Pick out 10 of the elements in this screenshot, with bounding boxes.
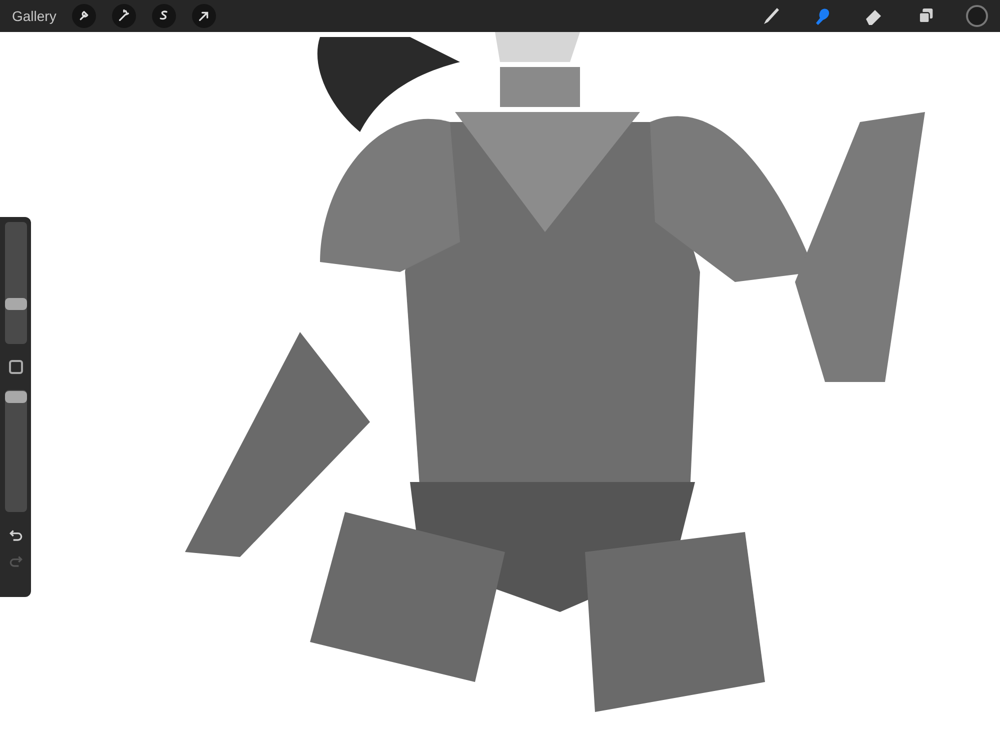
slider-thumb[interactable] bbox=[4, 298, 26, 310]
s-curve-icon[interactable] bbox=[152, 4, 176, 28]
opacity-slider[interactable] bbox=[4, 390, 26, 512]
brush-size-slider[interactable] bbox=[4, 222, 26, 344]
magic-wand-icon[interactable] bbox=[112, 4, 136, 28]
undo-icon[interactable] bbox=[8, 528, 24, 544]
gallery-button[interactable]: Gallery bbox=[12, 6, 56, 26]
color-swatch[interactable] bbox=[966, 5, 988, 27]
square-icon[interactable] bbox=[8, 360, 22, 374]
slider-thumb[interactable] bbox=[4, 391, 26, 404]
